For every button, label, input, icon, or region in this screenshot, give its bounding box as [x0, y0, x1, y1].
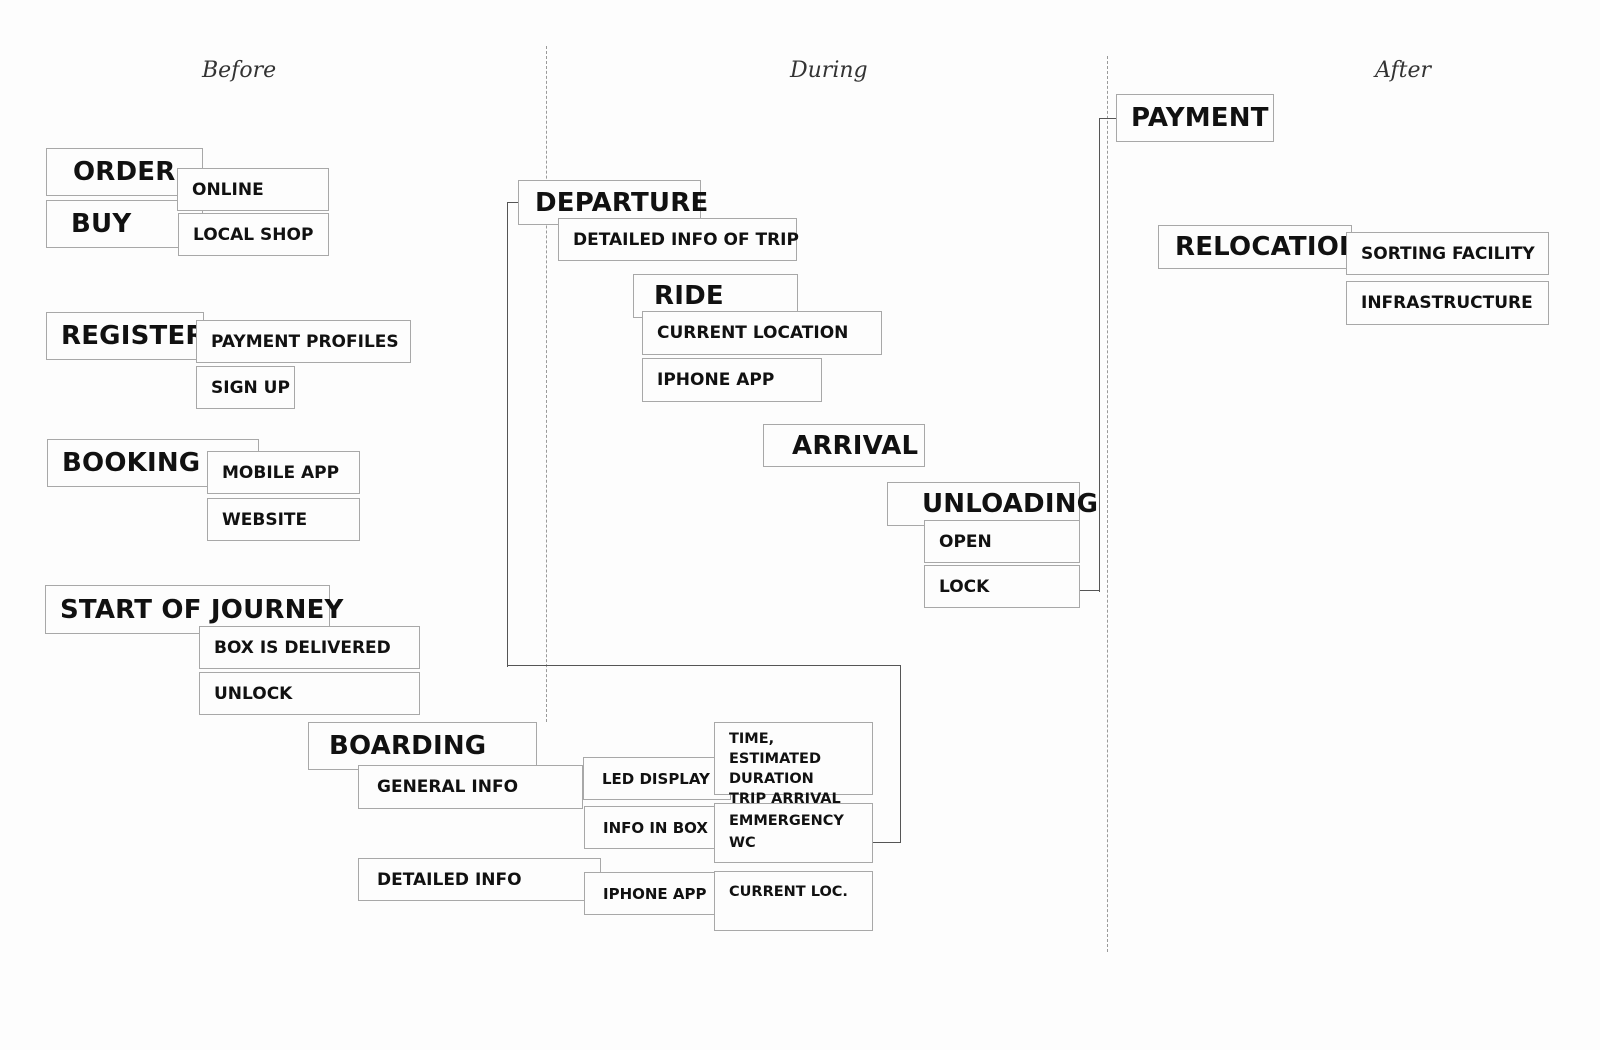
- node-start-of-journey-label: START OF JOURNEY: [60, 594, 344, 625]
- node-time-estimated-duration[interactable]: TIME, ESTIMATED DURATION TRIP ARRIVAL: [714, 722, 873, 807]
- node-relocation[interactable]: RELOCATION: [1158, 225, 1361, 269]
- connector-to-emergency: [872, 842, 901, 843]
- node-payment-profiles[interactable]: PAYMENT PROFILES: [196, 320, 411, 363]
- node-infrastructure-label: INFRASTRUCTURE: [1361, 293, 1533, 313]
- node-unlock[interactable]: UNLOCK: [199, 672, 420, 715]
- node-info-in-box-label: INFO IN BOX: [603, 818, 708, 837]
- connector-bottom-horizontal: [507, 665, 901, 666]
- node-mobile-app[interactable]: MOBILE APP: [207, 451, 360, 494]
- node-relocation-label: RELOCATION: [1175, 232, 1361, 262]
- node-current-loc-label: CURRENT LOC.: [729, 884, 848, 900]
- node-iphone-app-boarding-label: IPHONE APP: [603, 884, 707, 903]
- node-sign-up-label: SIGN UP: [211, 377, 290, 398]
- phase-heading-after: After: [1375, 58, 1432, 83]
- node-booking-label: BOOKING: [62, 448, 201, 478]
- node-emergency-wc[interactable]: EMMERGENCY WC: [714, 803, 873, 863]
- node-local-shop-label: LOCAL SHOP: [193, 224, 314, 245]
- node-emergency-wc-label: EMMERGENCY WC: [729, 813, 844, 851]
- node-open[interactable]: OPEN: [924, 520, 1080, 563]
- node-boarding[interactable]: BOARDING: [308, 722, 537, 770]
- node-info-in-box[interactable]: INFO IN BOX: [584, 806, 717, 849]
- node-detailed-info-of-trip[interactable]: DETAILED INFO OF TRIP: [558, 218, 799, 261]
- node-website[interactable]: WEBSITE: [207, 498, 360, 541]
- node-website-label: WEBSITE: [222, 509, 308, 530]
- node-current-location[interactable]: CURRENT LOCATION: [642, 311, 882, 355]
- divider-before-during: [546, 46, 547, 722]
- node-sign-up[interactable]: SIGN UP: [196, 366, 295, 409]
- node-lock-label: LOCK: [939, 576, 990, 597]
- node-detailed-info-label: DETAILED INFO: [377, 869, 522, 890]
- node-current-location-label: CURRENT LOCATION: [657, 323, 849, 343]
- node-iphone-app-ride-label: IPHONE APP: [657, 370, 775, 390]
- node-box-is-delivered-label: BOX IS DELIVERED: [214, 637, 391, 658]
- node-lock[interactable]: LOCK: [924, 565, 1080, 608]
- node-online-label: ONLINE: [192, 179, 264, 200]
- node-open-label: OPEN: [939, 531, 992, 552]
- node-infrastructure[interactable]: INFRASTRUCTURE: [1346, 281, 1549, 325]
- node-register[interactable]: REGISTER: [46, 312, 206, 360]
- node-unloading-label: UNLOADING: [922, 489, 1099, 519]
- node-general-info[interactable]: GENERAL INFO: [358, 765, 583, 809]
- node-sorting-facility[interactable]: SORTING FACILITY: [1346, 232, 1549, 275]
- node-detailed-info-of-trip-label: DETAILED INFO OF TRIP: [573, 229, 799, 250]
- node-unlock-label: UNLOCK: [214, 683, 293, 704]
- phase-heading-during: During: [790, 58, 868, 83]
- node-online[interactable]: ONLINE: [177, 168, 329, 211]
- node-current-loc[interactable]: CURRENT LOC.: [714, 871, 873, 931]
- node-mobile-app-label: MOBILE APP: [222, 462, 340, 483]
- node-payment[interactable]: PAYMENT: [1116, 94, 1274, 142]
- node-time-estimated-duration-label: TIME, ESTIMATED DURATION TRIP ARRIVAL: [729, 731, 841, 807]
- node-arrival-label: ARRIVAL: [792, 430, 919, 461]
- connector-right-vertical: [900, 665, 901, 843]
- node-detailed-info[interactable]: DETAILED INFO: [358, 858, 601, 901]
- phase-heading-before: Before: [202, 58, 277, 83]
- node-iphone-app-boarding[interactable]: IPHONE APP: [584, 872, 717, 915]
- node-ride-label: RIDE: [654, 281, 724, 311]
- node-boarding-label: BOARDING: [329, 731, 487, 761]
- node-led-display-label: LED DISPLAY: [602, 769, 710, 788]
- node-buy-label: BUY: [71, 209, 132, 239]
- node-iphone-app-ride[interactable]: IPHONE APP: [642, 358, 822, 402]
- connector-departure-left: [507, 202, 520, 667]
- connector-lock-to-payment: [1099, 118, 1117, 592]
- node-departure-label: DEPARTURE: [535, 187, 709, 218]
- node-general-info-label: GENERAL INFO: [377, 777, 519, 797]
- node-arrival[interactable]: ARRIVAL: [763, 424, 925, 467]
- node-register-label: REGISTER: [61, 321, 206, 351]
- node-payment-profiles-label: PAYMENT PROFILES: [211, 331, 399, 352]
- node-box-is-delivered[interactable]: BOX IS DELIVERED: [199, 626, 420, 669]
- node-payment-label: PAYMENT: [1131, 103, 1269, 133]
- node-order-label: ORDER: [73, 157, 176, 187]
- connector-lock-stub: [1080, 590, 1100, 591]
- node-led-display[interactable]: LED DISPLAY: [583, 757, 731, 800]
- node-sorting-facility-label: SORTING FACILITY: [1361, 243, 1535, 264]
- node-local-shop[interactable]: LOCAL SHOP: [178, 213, 329, 256]
